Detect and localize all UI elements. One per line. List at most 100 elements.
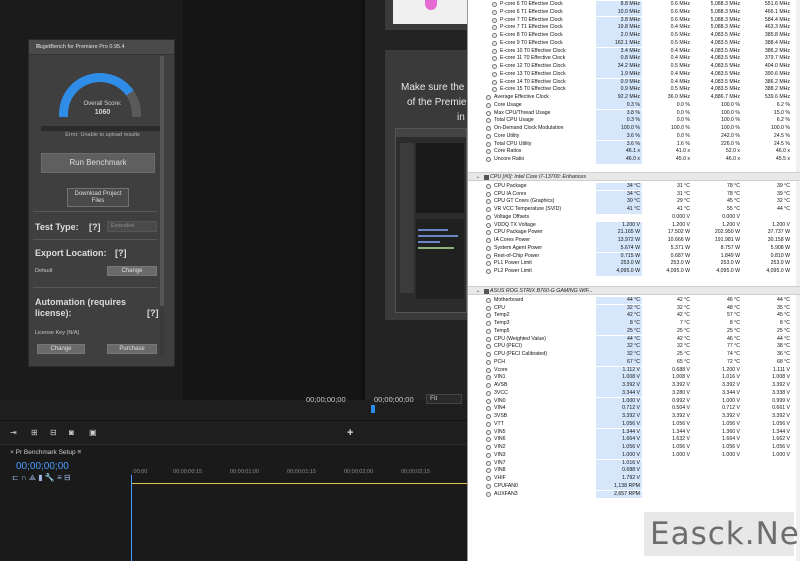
test-type-select[interactable]: Extended [107,221,157,232]
test-type-help[interactable]: [?] [89,222,101,232]
sensor-row[interactable]: VDDQ TX Voltage 1.200 V 1.200 V 1.200 V 1.20… [468,221,800,230]
sensor-row[interactable]: PL1 Power Limit 253.0 W 253.0 W 253.0 W 253.… [468,260,800,268]
purchase-button[interactable]: Purchase [107,344,157,354]
run-benchmark-button[interactable]: Run Benchmark [41,153,155,173]
camera-icon[interactable]: ◙ [69,428,74,437]
sensor-row[interactable]: PL2 Power Limit 4,095.0 W 4,095.0 W 4,095.0… [468,268,800,276]
sensor-row[interactable]: System Agent Power 5.674 W 5.371 W 8.757 W 5… [468,244,800,253]
sensor-row[interactable]: E-core 8 T0 Effective Clock 2.0 MHz 0.5 MH… [468,32,800,40]
sensor-row[interactable]: VIN8 0.688 V [468,467,800,475]
sensor-row[interactable]: Temp2 42 °C 42 °C 57 °C 45 °C [468,312,800,320]
sensor-icon [486,460,491,466]
sensor-row[interactable]: VIN6 1.664 V 1.632 V 1.664 V 1.662 V [468,436,800,444]
sensor-row[interactable]: VIN1 1.008 V 1.008 V 1.016 V 1.008 V [468,374,800,382]
sensor-row[interactable]: VHIF 1.792 V [468,475,800,483]
sensor-row[interactable]: CPU IA Cores 34 °C 31 °C 78 °C 39 °C [468,190,800,199]
sensor-row[interactable]: VIN2 1.056 V 1.056 V 1.056 V 1.056 V [468,444,800,452]
sensor-row[interactable]: 3VSB 3.392 V 3.392 V 3.392 V 3.392 V [468,413,800,421]
monitor-timecode-right[interactable]: 00;00;00;00 [374,395,414,404]
sensor-row[interactable]: AVSB 3.392 V 3.392 V 3.392 V 3.392 V [468,382,800,390]
sensor-row[interactable]: Voltage Offsets 0.000 V 0.000 V [468,214,800,222]
sensor-row[interactable]: Vcore 1.112 V 0.688 V 1.200 V 1.111 V [468,366,800,375]
sensor-row[interactable]: CPUFAN0 1,138 RPM [468,482,800,491]
sensor-row[interactable]: E-core 14 T0 Effective Clock 0.9 MHz 0.4 M… [468,78,800,87]
add-button-icon[interactable]: + [347,427,353,439]
sensor-row[interactable]: CPU (Weighted Value) 44 °C 42 °C 46 °C 44 °C [468,335,800,344]
timeline-playhead[interactable] [131,475,132,561]
sensor-row[interactable]: CPU (PECI) 32 °C 32 °C 77 °C 38 °C [468,343,800,351]
sensor-row[interactable]: E-core 10 T0 Effective Clock 3.4 MHz 0.4 M… [468,47,800,56]
insert-icon[interactable]: ⊞ [31,428,38,437]
collapse-icon[interactable]: ⌄ [476,287,480,296]
sensor-row[interactable]: P-core 6 T0 Effective Clock 8.8 MHz 0.6 MH… [468,1,800,9]
sensor-row[interactable]: Core Usage 0.3 % 0.0 % 100.0 % 6.2 % [468,101,800,110]
sensor-row[interactable]: On-Demand Clock Modulation 100.0 % 100.0 %… [468,125,800,133]
sensor-row[interactable]: CPU Package Power 21.165 W 17.502 W 202.950… [468,229,800,237]
sensor-row[interactable]: E-core 11 T0 Effective Clock 0.8 MHz 0.4 M… [468,55,800,63]
sensor-row[interactable]: Average Effective Clock 92.2 MHz 36.0 MHz 4… [468,94,800,102]
timeline-tab[interactable]: × Pr Benchmark Setup ≡ [10,449,81,456]
collapse-icon[interactable]: ⌄ [476,173,480,182]
timeline-tool-icons[interactable]: ⊏ ∩ ⟁ ▮ 🔧 ≡ ⊟ [12,473,71,483]
panel-scrollbar-thumb[interactable] [160,56,164,306]
license-change-button[interactable]: Change [37,344,85,354]
sensor-maximum: 4,083.5 MHz [710,63,740,69]
sensor-row[interactable]: P-core 7 T1 Effective Clock 19.8 MHz 0.4 M… [468,24,800,32]
sensor-row[interactable]: E-core 9 T0 Effective Clock 162.1 MHz 0.5 … [468,39,800,48]
sensor-row[interactable]: CPU Package 34 °C 31 °C 78 °C 39 °C [468,182,800,191]
sensor-row[interactable]: P-core 7 T0 Effective Clock 3.8 MHz 0.6 MH… [468,16,800,25]
sensor-row[interactable]: VIN3 1.000 V 1.000 V 1.000 V 1.000 V [468,451,800,460]
sensor-row[interactable]: 3VCC 3.344 V 3.280 V 3.344 V 3.338 V [468,389,800,398]
export-change-button[interactable]: Change [107,266,157,276]
sensor-row[interactable]: Temp5 25 °C 25 °C 25 °C 25 °C [468,327,800,336]
mark-in-icon[interactable]: ⇥ [10,428,17,437]
download-project-button[interactable]: Download Project Files [67,188,129,207]
sensor-row[interactable]: Max CPU/Thread Usage 3.8 % 0.0 % 100.0 % 15.… [468,109,800,118]
sensor-row[interactable]: VIN7 1.016 V [468,459,800,468]
sensor-average: 32 °C [776,198,790,205]
fit-dropdown[interactable]: Fit [426,394,462,404]
timeline-timecode[interactable]: 00;00;00;00 [16,461,69,472]
license-key-label: License Key (N/A) [35,330,80,336]
sensor-row[interactable]: PCH 67 °C 65 °C 72 °C 68 °C [468,358,800,367]
sensor-row[interactable]: E-core 13 T0 Effective Clock 1.9 MHz 0.4 M… [468,70,800,79]
sensor-row[interactable]: P-core 6 T1 Effective Clock 10.0 MHz 0.6 M… [468,8,800,17]
sensor-row[interactable]: CPU (PECI Calibrated) 32 °C 25 °C 74 °C 36 °… [468,351,800,359]
sensor-group-header[interactable]: ⌄ ASUS ROG STRIX B760-G GAMING WIF... [468,285,800,296]
sensor-name: PL2 Power Limit [494,268,532,274]
sensor-minimum: 7 °C [679,320,690,326]
export-location-help[interactable]: [?] [115,248,127,258]
sensor-group-header[interactable]: ⌄ CPU [#0]: Intel Core i7-13700: Enhances [468,171,800,182]
sensor-row[interactable]: Core Utility 3.6 % 0.0 % 242.0 % 24.5 % [468,132,800,141]
timeline-ruler[interactable]: :00;00 00;00;00;15 00;00;01;00 00;00;01;… [131,469,467,477]
pugetbench-titlebar[interactable]: PugetBench for Premiere Pro 0.95.4 ≡ [29,40,174,55]
sensor-row[interactable]: Total CPU Usage 0.3 % 0.0 % 100.0 % 6.2 % [468,117,800,125]
sensor-row[interactable]: Motherboard 44 °C 42 °C 46 °C 44 °C [468,296,800,305]
monitor-playhead[interactable] [371,405,375,413]
overwrite-icon[interactable]: ⊟ [50,428,57,437]
sensor-row[interactable]: Rest-of-Chip Power 0.715 W 0.687 W 1.849 W 0… [468,252,800,261]
sensor-row[interactable]: VR VCC Temperature (SVID) 41 °C 41 °C 55 °C… [468,206,800,214]
sensor-row[interactable]: VTT 1.056 V 1.056 V 1.056 V 1.056 V [468,420,800,429]
sensor-average: 39 °C [776,182,790,189]
sensor-current: 0.688 V [596,467,642,475]
sensor-row[interactable]: IA Cores Power 13.972 W 10.666 W 191.981 W 3… [468,237,800,245]
sensor-row[interactable]: CPU GT Cores (Graphics) 30 °C 29 °C 45 °C 32… [468,198,800,206]
sensor-row[interactable]: VIN5 1.344 V 1.344 V 1.360 V 1.344 V [468,428,800,437]
sensor-row[interactable]: Core Ratios 46.1 x 41.0 x 52.0 x 46.0 x [468,148,800,156]
sensor-row[interactable]: CPU 32 °C 32 °C 48 °C 35 °C [468,304,800,313]
button-editor-icon[interactable]: ▣ [89,428,97,437]
sensor-row[interactable]: Total CPU Utility 3.6 % 1.6 % 226.0 % 24.5 % [468,140,800,149]
timeline-work-area[interactable] [131,483,467,484]
sensor-row[interactable]: Temp3 8 °C 7 °C 8 °C 8 °C [468,320,800,328]
automation-help[interactable]: [?] [147,308,159,318]
sensor-row[interactable]: E-core 12 T0 Effective Clock 34.2 MHz 0.5 … [468,63,800,71]
sensor-row[interactable]: Uncore Ratio 46.0 x 45.0 x 46.0 x 45.5 x [468,156,800,164]
sensor-row[interactable]: E-core 15 T0 Effective Clock 0.9 MHz 0.5 M… [468,86,800,94]
panel-menu-icon[interactable]: ≡ [36,42,166,51]
sensor-row[interactable]: AUXFAN3 2,657 RPM [468,490,800,499]
sensor-row[interactable]: VIN0 1.000 V 0.992 V 1.000 V 0.999 V [468,397,800,406]
monitor-timecode-left[interactable]: 00;00;00;00 [306,395,346,404]
sensor-row[interactable]: VIN4 0.712 V 0.504 V 0.712 V 0.661 V [468,405,800,413]
sensor-minimum: 42 °C [676,296,690,303]
